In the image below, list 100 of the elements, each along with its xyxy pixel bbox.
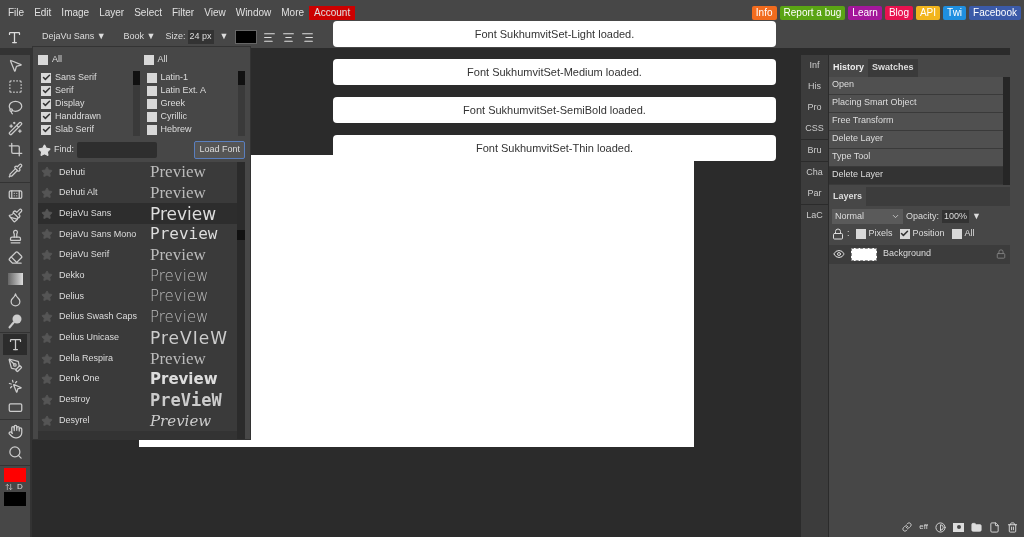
background-color-swatch[interactable] — [4, 492, 26, 506]
star-icon[interactable] — [41, 414, 53, 427]
checkbox[interactable] — [146, 72, 157, 83]
eraser-icon — [7, 250, 23, 265]
menu-item[interactable]: Filter — [166, 6, 200, 20]
star-icon[interactable] — [41, 269, 53, 282]
panel-tab[interactable]: Bru — [801, 139, 828, 161]
menu-item[interactable]: Layer — [94, 6, 130, 20]
star-icon[interactable] — [41, 187, 53, 200]
layer-row[interactable]: Background — [829, 244, 1010, 264]
font-row[interactable]: Dehuti Alt Preview — [38, 182, 237, 204]
magic-wand-icon — [7, 121, 23, 136]
link-button[interactable]: Learn — [848, 6, 882, 20]
star-icon[interactable] — [41, 249, 53, 262]
checkbox[interactable] — [41, 85, 51, 96]
checkbox[interactable] — [951, 228, 962, 239]
weight-dropdown[interactable]: Book ▼ — [123, 30, 156, 44]
checkbox[interactable] — [855, 228, 866, 239]
effects-button[interactable]: eff — [919, 521, 928, 533]
size-dropdown[interactable]: ▼ — [219, 30, 229, 44]
star-icon[interactable] — [41, 311, 53, 324]
star-icon[interactable] — [41, 393, 53, 406]
blend-mode-dropdown[interactable]: Normal — [832, 209, 903, 224]
align-left-icon[interactable] — [262, 30, 276, 44]
checkbox[interactable] — [146, 98, 157, 109]
pen-icon — [7, 358, 23, 373]
scrollbar[interactable] — [132, 71, 140, 136]
star-icon[interactable] — [41, 373, 53, 386]
panel-tab[interactable]: Pro — [801, 97, 828, 118]
adjustment-icon[interactable] — [935, 521, 946, 533]
checkbox[interactable] — [146, 111, 157, 122]
font-row[interactable]: DejaVu Sans Preview — [38, 203, 237, 225]
opacity-dropdown[interactable]: ▼ — [972, 209, 981, 224]
align-right-icon[interactable] — [300, 30, 314, 44]
checkbox[interactable] — [41, 111, 51, 122]
menu-item[interactable]: File — [3, 6, 30, 20]
font-row[interactable]: Dekko Preview — [38, 265, 237, 287]
star-icon[interactable] — [41, 166, 53, 179]
tool-button[interactable] — [3, 334, 27, 355]
menu-item[interactable]: Window — [230, 6, 277, 20]
panel-tab[interactable]: His — [801, 76, 828, 97]
scrollbar[interactable] — [238, 71, 245, 136]
font-row[interactable]: DejaVu Sans Mono Preview — [38, 224, 237, 245]
font-row[interactable]: Denk One Preview — [38, 368, 237, 390]
font-row[interactable]: Desyrel Preview — [38, 410, 237, 431]
align-center-icon[interactable] — [281, 30, 295, 44]
link-button[interactable]: Facebook — [969, 6, 1021, 20]
font-row[interactable]: DejaVu Serif Preview — [38, 244, 237, 266]
panel-tab[interactable]: Swatches — [868, 59, 918, 77]
font-row[interactable]: Delius Unicase PreVIeW — [38, 327, 237, 349]
trash-icon[interactable] — [1007, 521, 1018, 533]
checkbox[interactable] — [143, 55, 154, 65]
checkbox[interactable] — [899, 228, 910, 239]
menu-item[interactable]: Edit — [29, 6, 57, 20]
star-icon[interactable] — [41, 207, 53, 220]
checkbox[interactable] — [41, 124, 51, 135]
panel-tab[interactable]: CSS — [801, 118, 828, 139]
eye-icon[interactable] — [833, 248, 845, 260]
checkbox[interactable] — [146, 85, 157, 96]
text-color-swatch[interactable] — [234, 30, 257, 44]
font-row[interactable]: Destroy PreVieW — [38, 389, 237, 411]
foreground-color-swatch[interactable] — [4, 468, 26, 482]
menu-item[interactable]: Select — [129, 6, 167, 20]
panel-tab[interactable]: Par — [801, 183, 828, 204]
star-icon[interactable] — [41, 228, 53, 241]
opacity-field[interactable]: 100% — [942, 209, 970, 224]
panel-tab[interactable]: Layers — [829, 186, 867, 206]
load-font-button[interactable]: Load Font — [194, 141, 245, 159]
font-dropdown[interactable]: DejaVu Sans ▼ — [42, 30, 106, 44]
scrollbar[interactable] — [237, 162, 245, 439]
swap-colors-icon[interactable] — [5, 483, 13, 491]
link-icon[interactable] — [902, 522, 913, 532]
menu-item[interactable]: Image — [56, 6, 95, 20]
font-row[interactable]: Delius Preview — [38, 286, 237, 307]
star-icon[interactable] — [41, 290, 53, 303]
menu-item[interactable]: Account — [309, 6, 356, 20]
menu-item[interactable]: More — [276, 6, 310, 20]
scrollbar[interactable] — [1003, 76, 1010, 185]
link-button[interactable]: Blog — [884, 6, 913, 20]
checkbox[interactable] — [38, 55, 48, 65]
checkbox[interactable] — [41, 98, 51, 109]
checkbox[interactable] — [41, 72, 51, 83]
font-row[interactable]: Della Respira Preview — [38, 348, 237, 369]
star-icon[interactable] — [41, 331, 53, 344]
star-icon[interactable] — [41, 352, 53, 365]
panel-tab[interactable]: Cha — [801, 161, 828, 183]
lock-option-label: Pixels — [868, 227, 893, 240]
history-item[interactable]: Open — [829, 76, 1003, 95]
find-field[interactable] — [77, 142, 157, 158]
checkbox[interactable] — [146, 124, 157, 135]
folder-icon[interactable] — [971, 521, 982, 533]
size-field[interactable]: 24 px — [187, 30, 214, 44]
default-colors-button[interactable]: D — [17, 483, 23, 491]
panel-tab[interactable]: Inf — [801, 55, 828, 76]
font-row[interactable]: Delius Swash Caps Preview — [38, 306, 237, 328]
new-layer-icon[interactable] — [989, 521, 1000, 533]
mask-icon[interactable] — [953, 522, 964, 532]
panel-tab[interactable]: LaC — [801, 204, 828, 226]
font-row[interactable]: Dehuti Preview — [38, 162, 237, 183]
menu-item[interactable]: View — [199, 6, 231, 20]
